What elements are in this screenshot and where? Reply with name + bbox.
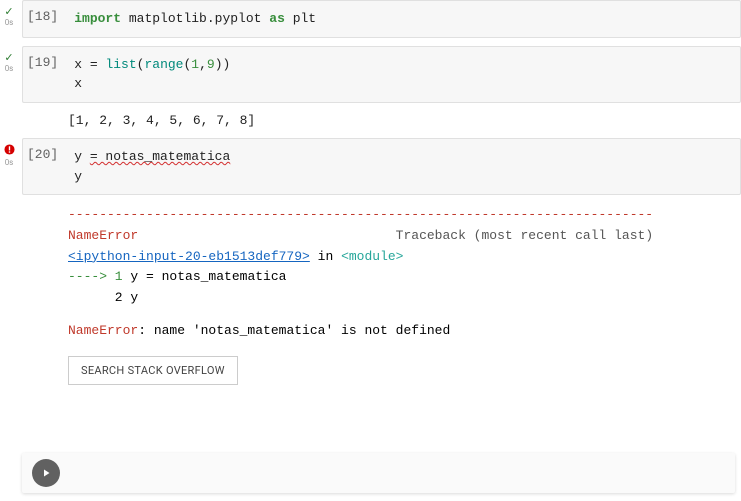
frame-link[interactable]: <ipython-input-20-eb1513def779> [68, 249, 310, 264]
err-name: NameError [68, 228, 138, 243]
cell-body[interactable]: [18] import matplotlib.pyplot as plt [22, 0, 741, 38]
exec-time: 0s [0, 64, 18, 73]
cell-gutter: 0s [0, 144, 18, 167]
cell-gutter: ✓ 0s [0, 6, 18, 27]
err-final-name: NameError [68, 323, 138, 338]
keyword-as: as [269, 11, 285, 26]
code-cell: 0s [20] y = notas_matematica y ---------… [0, 138, 741, 385]
error-icon [0, 144, 18, 157]
check-icon: ✓ [0, 52, 18, 63]
err-final-msg: : name 'notas_matematica' is not defined [138, 323, 450, 338]
check-icon: ✓ [0, 6, 18, 17]
search-stackoverflow-button[interactable]: SEARCH STACK OVERFLOW [68, 356, 238, 385]
module-name: matplotlib.pyplot [129, 11, 262, 26]
keyword-import: import [74, 11, 121, 26]
eq: = [82, 57, 105, 72]
frame-module: <module> [341, 249, 403, 264]
var: y [74, 149, 90, 164]
code-cell: ✓ 0s [18] import matplotlib.pyplot as pl… [0, 0, 741, 38]
exec-time: 0s [0, 158, 18, 167]
err-expr: = notas_matematica [90, 149, 230, 164]
err-separator: ----------------------------------------… [68, 205, 741, 226]
new-cell[interactable] [22, 453, 735, 493]
arrow-code: y = notas_matematica [130, 269, 286, 284]
err-final: NameError: name 'notas_matematica' is no… [68, 321, 741, 342]
code-editor[interactable]: x = list(range(1,9)) x [64, 46, 741, 103]
code-cell: ✓ 0s [19] x = list(range(1,9)) x [1, 2, … [0, 46, 741, 131]
code-editor[interactable]: import matplotlib.pyplot as plt [64, 0, 741, 38]
err-arrow-line: ----> 1 y = notas_matematica [68, 267, 741, 288]
cell-gutter: ✓ 0s [0, 52, 18, 73]
code-editor[interactable]: y = notas_matematica y [64, 138, 741, 195]
arrow: ----> 1 [68, 269, 130, 284]
err-header: NameError Traceback (most recent call la… [68, 226, 741, 247]
new-cell-input[interactable] [70, 453, 735, 493]
cell-body[interactable]: [19] x = list(range(1,9)) x [22, 46, 741, 103]
cell-output: [1, 2, 3, 4, 5, 6, 7, 8] [68, 111, 741, 131]
frame-in: in [310, 249, 341, 264]
error-output: ----------------------------------------… [68, 205, 741, 342]
traceback-label: Traceback (most recent call last) [396, 228, 653, 243]
line2: x [74, 76, 82, 91]
cell-prompt: [18] [22, 0, 64, 38]
fn-range: range [144, 57, 183, 72]
err-line2: 2 y [68, 288, 741, 309]
fn-list: list [105, 57, 136, 72]
cell-body[interactable]: [20] y = notas_matematica y [22, 138, 741, 195]
exec-time: 0s [0, 18, 18, 27]
play-icon [40, 467, 52, 479]
alias-name: plt [293, 11, 316, 26]
cell-prompt: [19] [22, 46, 64, 103]
cell-prompt: [20] [22, 138, 64, 195]
var: x [74, 57, 82, 72]
args: (1,9)) [183, 57, 230, 72]
err-frame: <ipython-input-20-eb1513def779> in <modu… [68, 247, 741, 268]
run-button[interactable] [32, 459, 60, 487]
err-spacer [138, 228, 395, 243]
line2: y [74, 169, 82, 184]
